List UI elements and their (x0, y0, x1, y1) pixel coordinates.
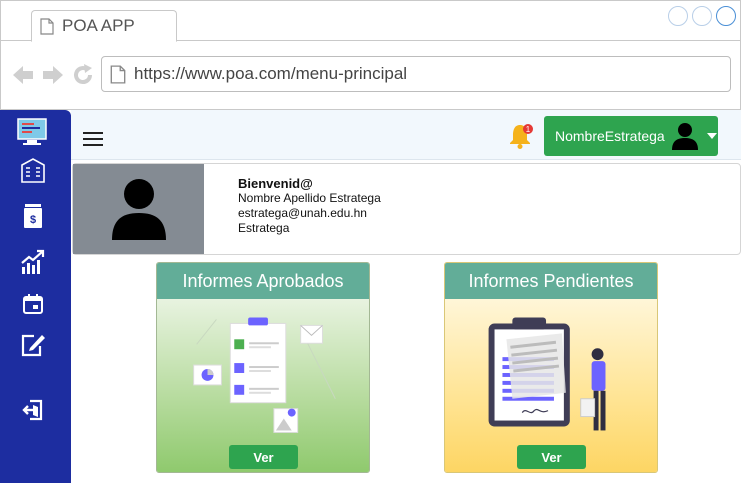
back-arrow-icon[interactable] (11, 63, 35, 87)
minimize-button[interactable] (668, 6, 688, 26)
calendar-icon (23, 294, 43, 314)
sidebar-item-logout[interactable] (20, 396, 46, 422)
pending-reports-title: Informes Pendientes (445, 263, 657, 299)
pending-reports-card: Informes Pendientes Ver (444, 262, 658, 473)
sidebar-item-edit[interactable] (20, 332, 46, 358)
building-icon (21, 158, 45, 183)
address-bar[interactable]: https://www.poa.com/menu-principal (101, 56, 731, 92)
dashboard-icon (17, 118, 47, 145)
notification-count: 1 (526, 125, 531, 134)
tab-bar: POA APP (1, 1, 740, 42)
edit-document-icon (21, 334, 45, 357)
close-button[interactable] (716, 6, 736, 26)
tab-title: POA APP (62, 16, 135, 35)
pending-reports-view-button[interactable]: Ver (517, 445, 586, 469)
top-bar: 1 NombreEstratega (71, 110, 741, 160)
sidebar-item-calendar[interactable] (20, 291, 46, 317)
maximize-button[interactable] (692, 6, 712, 26)
sidebar-item-dashboard[interactable] (17, 118, 47, 146)
profile-card: Bienvenid@ Nombre Apellido Estratega est… (72, 163, 741, 255)
menu-toggle-icon[interactable] (83, 132, 103, 148)
browser-window: POA APP https://www.poa.com/menu-princip… (0, 0, 741, 110)
pending-reports-body: Ver (445, 299, 657, 472)
user-silhouette-icon (111, 179, 166, 240)
nav-buttons (11, 63, 95, 87)
profile-name: Nombre Apellido Estratega (238, 191, 381, 205)
svg-text:$: $ (30, 214, 36, 226)
user-avatar-icon (671, 123, 698, 150)
sidebar-item-finance[interactable]: $ (20, 203, 46, 229)
navigation-row: https://www.poa.com/menu-principal (1, 41, 740, 111)
page-icon (40, 17, 54, 35)
chevron-down-icon (706, 133, 717, 139)
chart-growth-icon (21, 249, 45, 274)
logout-icon (22, 399, 43, 421)
window-controls (668, 6, 736, 26)
money-document-icon: $ (24, 204, 42, 228)
reload-icon[interactable] (71, 63, 95, 87)
approved-checklist-illustration (193, 317, 336, 433)
page-icon (110, 64, 126, 84)
welcome-text: Bienvenid@ (238, 176, 313, 191)
profile-role: Estratega (238, 221, 290, 235)
approved-reports-view-button[interactable]: Ver (229, 445, 298, 469)
approved-reports-card: Informes Aprobados Ver (156, 262, 370, 473)
notification-bell-icon[interactable]: 1 (507, 122, 535, 150)
sidebar-item-building[interactable] (20, 157, 46, 183)
forward-arrow-icon[interactable] (41, 63, 65, 87)
browser-tab[interactable]: POA APP (31, 10, 177, 42)
approved-reports-body: Ver (157, 299, 369, 472)
profile-email: estratega@unah.edu.hn (238, 206, 367, 220)
profile-photo (73, 164, 204, 254)
url-text: https://www.poa.com/menu-principal (134, 64, 408, 83)
pending-clipboard-illustration (488, 317, 606, 431)
sidebar: $ (0, 110, 71, 483)
user-name: NombreEstratega (555, 128, 665, 144)
approved-reports-title: Informes Aprobados (157, 263, 369, 299)
sidebar-item-growth[interactable] (20, 249, 46, 275)
profile-info: Bienvenid@ Nombre Apellido Estratega est… (238, 176, 381, 236)
user-menu-button[interactable]: NombreEstratega (544, 116, 718, 156)
